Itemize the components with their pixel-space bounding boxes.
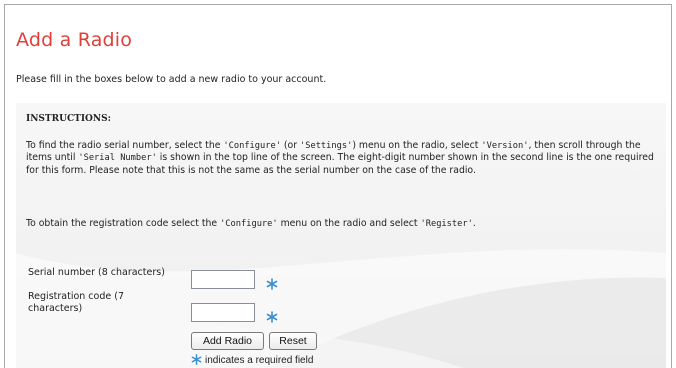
add-radio-button[interactable]: Add Radio bbox=[191, 332, 264, 350]
page-title: Add a Radio bbox=[16, 29, 133, 51]
instructions-paragraph-registration: To obtain the registration code select t… bbox=[26, 218, 476, 229]
intro-text: Please fill in the boxes below to add a … bbox=[16, 74, 327, 85]
form-panel: INSTRUCTIONS: To find the radio serial n… bbox=[16, 103, 666, 368]
required-field-legend: indicates a required field bbox=[191, 354, 313, 366]
registration-code-input[interactable] bbox=[191, 303, 255, 322]
required-asterisk-icon bbox=[266, 275, 278, 290]
serial-number-input[interactable] bbox=[191, 270, 255, 289]
required-asterisk-icon bbox=[266, 308, 278, 323]
required-field-note: indicates a required field bbox=[205, 355, 314, 366]
instructions-paragraph-serial: To find the radio serial number, select … bbox=[26, 140, 654, 176]
instructions-heading: INSTRUCTIONS: bbox=[26, 114, 111, 124]
reset-button[interactable]: Reset bbox=[269, 332, 317, 350]
required-asterisk-icon bbox=[191, 354, 205, 366]
serial-number-label: Serial number (8 characters) bbox=[28, 267, 165, 278]
page-frame: Add a Radio Please fill in the boxes bel… bbox=[4, 4, 672, 368]
registration-code-label: Registration code (7 characters) bbox=[28, 291, 124, 314]
